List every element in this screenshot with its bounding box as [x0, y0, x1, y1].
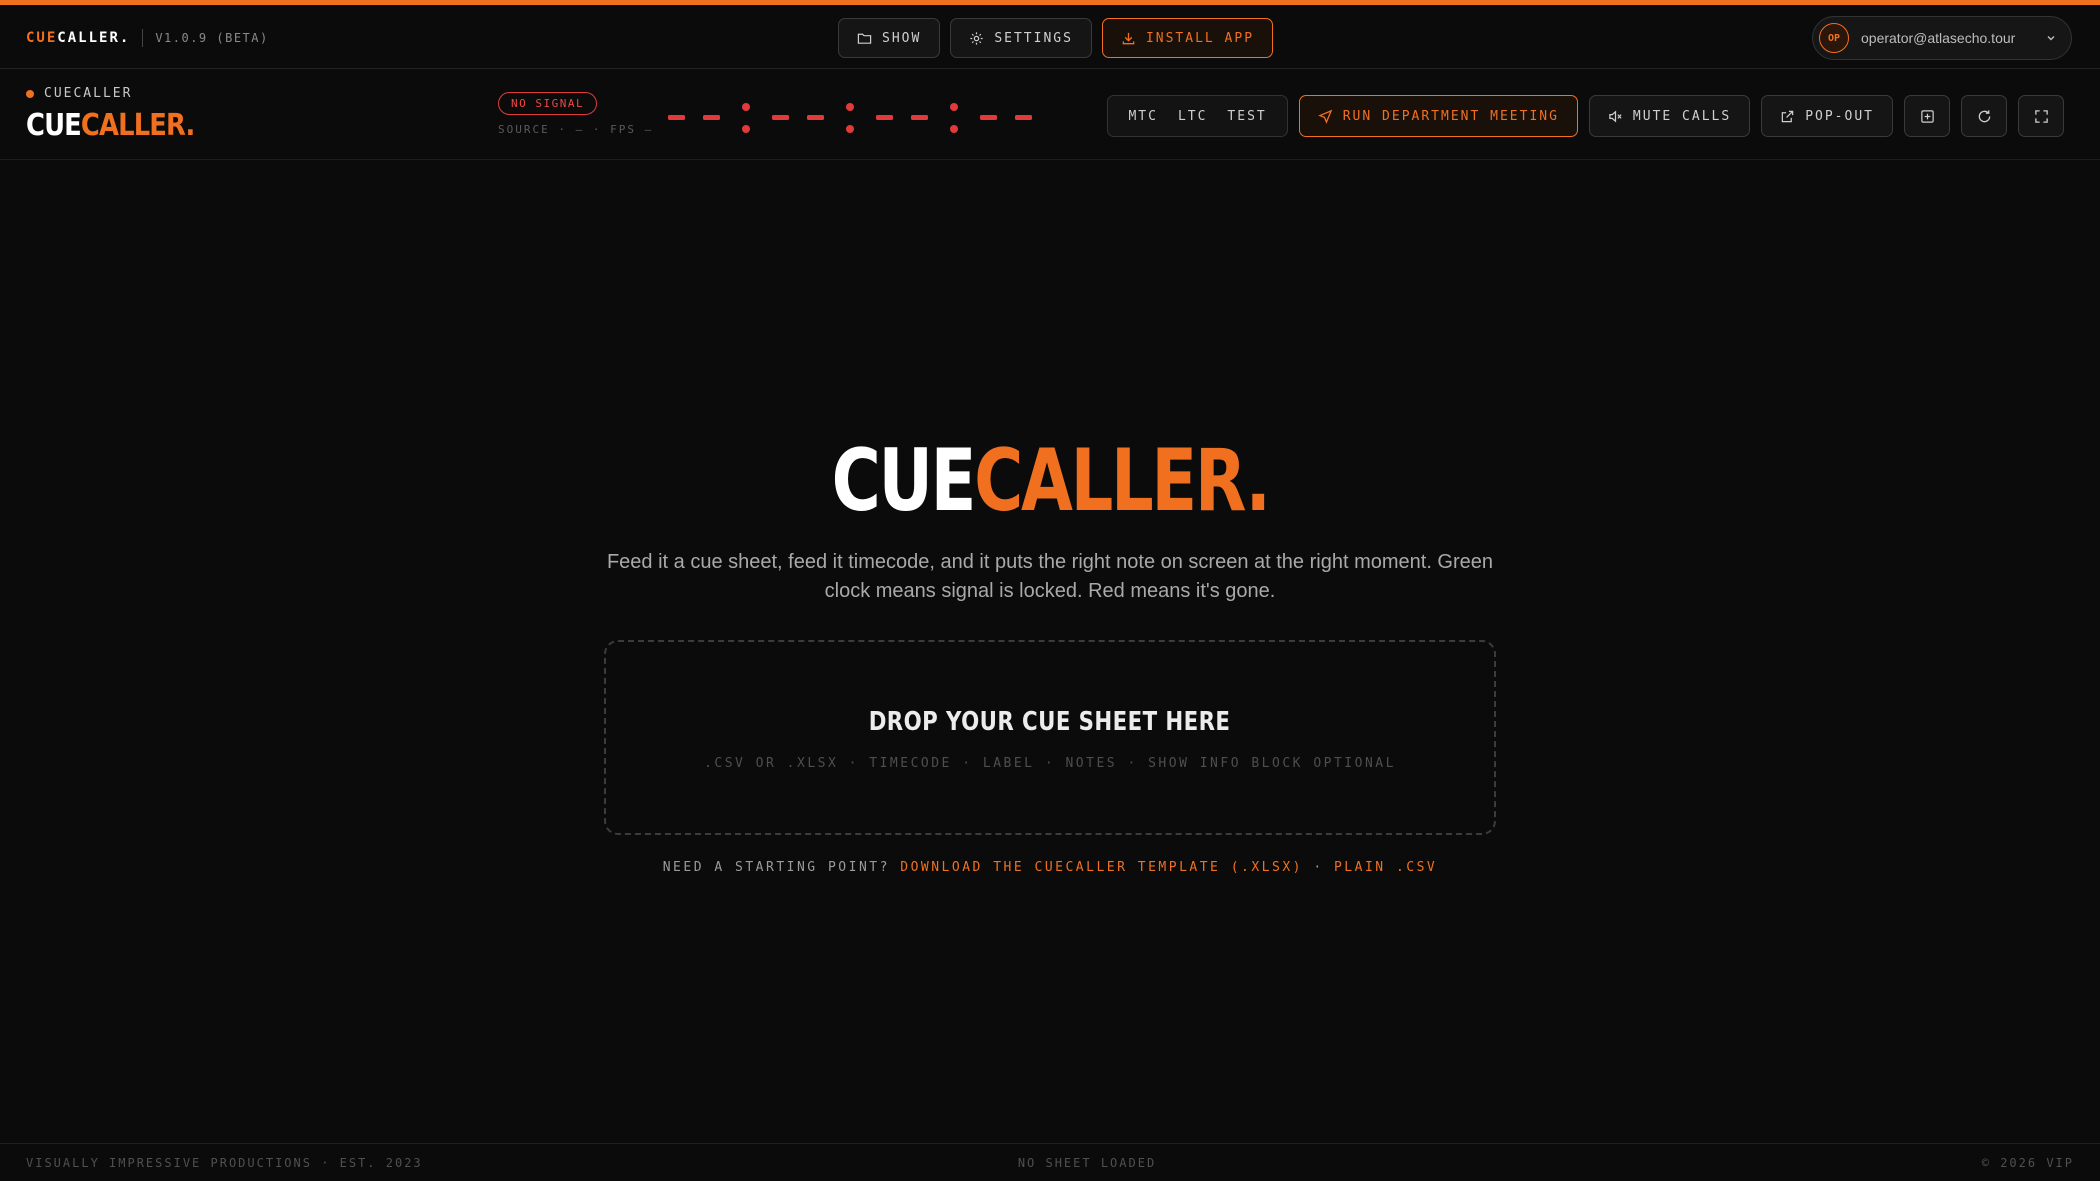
mute-icon: [1609, 109, 1622, 123]
mute-calls-button[interactable]: MUTE CALLS: [1588, 95, 1751, 137]
signal-source: SOURCE · — · FPS —: [498, 123, 654, 136]
app-logo: CUECALLER.: [26, 108, 195, 143]
fullscreen-icon: [2034, 109, 2048, 123]
brand-divider: [142, 29, 144, 47]
app-label: CUECALLER: [26, 86, 132, 101]
run-department-meeting-button[interactable]: RUN DEPARTMENT MEETING: [1298, 95, 1578, 137]
gear-icon: [970, 31, 983, 45]
download-icon: [1122, 32, 1135, 44]
add-square-icon: [1920, 109, 1934, 123]
user-menu[interactable]: OP operator@atlasecho.tour: [1812, 16, 2072, 60]
plain-csv-link[interactable]: PLAIN .CSV: [1334, 860, 1437, 875]
pop-out-button[interactable]: POP-OUT: [1761, 95, 1893, 137]
add-panel-button[interactable]: [1904, 95, 1950, 137]
timecode-digit: [1015, 115, 1032, 120]
footer-copyright: © 2026 VIP: [1981, 1156, 2074, 1170]
timecode-colon: [846, 103, 854, 111]
chevron-down-icon: [2047, 36, 2055, 41]
header-actions: MTC LTC TEST RUN DEPARTMENT MEETING MUTE…: [1107, 95, 2064, 137]
timecode-colon: [950, 125, 958, 133]
folder-icon: [857, 33, 872, 44]
send-icon: [1317, 109, 1333, 124]
brand-logo-small[interactable]: CUECALLER.: [26, 30, 130, 46]
starter-links: NEED A STARTING POINT? DOWNLOAD THE CUEC…: [0, 860, 2100, 875]
timecode-digit: [876, 115, 893, 120]
dropzone-title: DROP YOUR CUE SHEET HERE: [869, 707, 1231, 737]
download-template-link[interactable]: DOWNLOAD THE CUECALLER TEMPLATE (.XLSX): [900, 860, 1303, 875]
settings-button[interactable]: SETTINGS: [950, 18, 1092, 58]
starter-separator: ·: [1313, 860, 1324, 875]
user-email: operator@atlasecho.tour: [1861, 30, 2016, 46]
signal-status: NO SIGNAL SOURCE · — · FPS —: [498, 92, 653, 136]
status-dot: [26, 89, 34, 98]
avatar: OP: [1819, 23, 1849, 53]
brand-small: CUECALLER. V1.0.9 (BETA): [26, 29, 269, 47]
dropzone-subtitle: .CSV OR .XLSX · TIMECODE · LABEL · NOTES…: [704, 756, 1396, 771]
footer-status: NO SHEET LOADED: [1017, 1156, 1157, 1170]
timecode-colon: [742, 125, 750, 133]
refresh-icon: [1978, 109, 1990, 122]
top-nav: SHOW SETTINGS INSTALL APP: [838, 18, 1274, 58]
refresh-button[interactable]: [1961, 95, 2007, 137]
cue-sheet-dropzone[interactable]: DROP YOUR CUE SHEET HERE .CSV OR .XLSX ·…: [604, 640, 1496, 835]
source-mtc[interactable]: MTC: [1118, 109, 1167, 124]
timecode-colon: [742, 103, 750, 111]
timecode-digit: [703, 115, 720, 120]
hero-title: CUECALLER.: [831, 431, 1271, 531]
timecode-display: [668, 103, 1032, 133]
timecode-colon: [846, 125, 854, 133]
external-link-icon: [1781, 110, 1794, 122]
timecode-digit: [668, 115, 685, 120]
timecode-source-selector: MTC LTC TEST: [1107, 95, 1288, 137]
timecode-digit: [772, 115, 789, 120]
timecode-digit: [807, 115, 824, 120]
source-test[interactable]: TEST: [1217, 109, 1276, 124]
fullscreen-button[interactable]: [2018, 95, 2064, 137]
top-bar: CUECALLER. V1.0.9 (BETA) SHOW SETTINGS I…: [0, 5, 2100, 69]
footer: VISUALLY IMPRESSIVE PRODUCTIONS · EST. 2…: [0, 1143, 2100, 1181]
timecode-digit: [980, 115, 997, 120]
timecode-colon: [950, 103, 958, 111]
show-button[interactable]: SHOW: [838, 18, 941, 58]
no-signal-badge: NO SIGNAL: [498, 92, 598, 115]
install-app-button[interactable]: INSTALL APP: [1101, 18, 1274, 58]
starter-question: NEED A STARTING POINT?: [662, 860, 890, 875]
version-label: V1.0.9 (BETA): [155, 31, 269, 45]
timecode-digit: [911, 115, 928, 120]
source-ltc[interactable]: LTC: [1168, 109, 1217, 124]
hero-description: Feed it a cue sheet, feed it timecode, a…: [606, 551, 1494, 602]
